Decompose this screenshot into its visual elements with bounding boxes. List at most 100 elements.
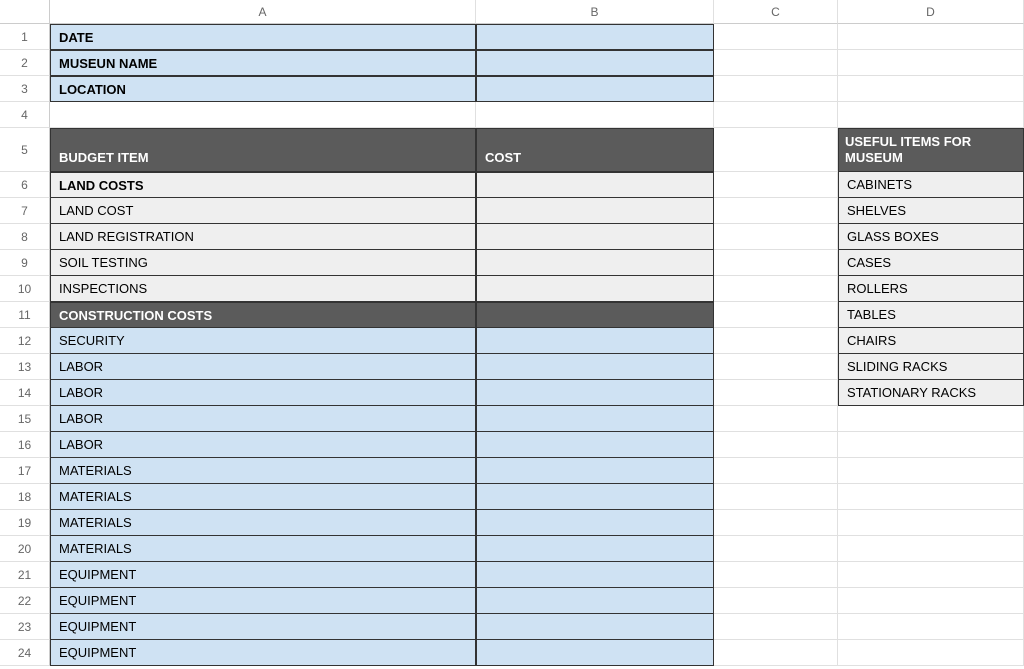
- row-header-14[interactable]: 14: [0, 380, 50, 406]
- cell-location-label[interactable]: LOCATION: [50, 76, 476, 102]
- cell-construction-section[interactable]: CONSTRUCTION COSTS: [50, 302, 476, 328]
- cell-con-9-cost[interactable]: [476, 562, 714, 588]
- cell-useful-1[interactable]: SHELVES: [838, 198, 1024, 224]
- cell-con-6[interactable]: MATERIALS: [50, 484, 476, 510]
- cell-c3[interactable]: [714, 76, 838, 102]
- corner-cell[interactable]: [0, 0, 50, 24]
- row-header-24[interactable]: 24: [0, 640, 50, 666]
- cell-useful-3[interactable]: CASES: [838, 250, 1024, 276]
- cell-useful-8[interactable]: STATIONARY RACKS: [838, 380, 1024, 406]
- row-header-9[interactable]: 9: [0, 250, 50, 276]
- cell-useful-6[interactable]: CHAIRS: [838, 328, 1024, 354]
- cell-c9[interactable]: [714, 250, 838, 276]
- cell-museum-label[interactable]: MUSEUN NAME: [50, 50, 476, 76]
- row-header-4[interactable]: 4: [0, 102, 50, 128]
- cell-d2[interactable]: [838, 50, 1024, 76]
- row-header-13[interactable]: 13: [0, 354, 50, 380]
- cell-land-0-cost[interactable]: [476, 198, 714, 224]
- cell-con-3-cost[interactable]: [476, 406, 714, 432]
- cell-c19[interactable]: [714, 510, 838, 536]
- cell-date-label[interactable]: DATE: [50, 24, 476, 50]
- cell-c14[interactable]: [714, 380, 838, 406]
- cell-a4[interactable]: [50, 102, 476, 128]
- cell-d18[interactable]: [838, 484, 1024, 510]
- cell-d4[interactable]: [838, 102, 1024, 128]
- cell-con-5-cost[interactable]: [476, 458, 714, 484]
- cell-con-2[interactable]: LABOR: [50, 380, 476, 406]
- cell-con-10-cost[interactable]: [476, 588, 714, 614]
- col-header-c[interactable]: C: [714, 0, 838, 24]
- cell-c23[interactable]: [714, 614, 838, 640]
- row-header-18[interactable]: 18: [0, 484, 50, 510]
- cell-land-costs-cost[interactable]: [476, 172, 714, 198]
- row-header-11[interactable]: 11: [0, 302, 50, 328]
- cell-con-6-cost[interactable]: [476, 484, 714, 510]
- cell-c17[interactable]: [714, 458, 838, 484]
- row-header-19[interactable]: 19: [0, 510, 50, 536]
- cell-con-11-cost[interactable]: [476, 614, 714, 640]
- cell-c22[interactable]: [714, 588, 838, 614]
- cell-useful-0[interactable]: CABINETS: [838, 172, 1024, 198]
- cell-con-9[interactable]: EQUIPMENT: [50, 562, 476, 588]
- cell-c15[interactable]: [714, 406, 838, 432]
- cell-c10[interactable]: [714, 276, 838, 302]
- cell-d20[interactable]: [838, 536, 1024, 562]
- cell-con-2-cost[interactable]: [476, 380, 714, 406]
- col-header-b[interactable]: B: [476, 0, 714, 24]
- cell-land-2-cost[interactable]: [476, 250, 714, 276]
- row-header-8[interactable]: 8: [0, 224, 50, 250]
- cell-d16[interactable]: [838, 432, 1024, 458]
- cell-c7[interactable]: [714, 198, 838, 224]
- cell-c21[interactable]: [714, 562, 838, 588]
- cell-d19[interactable]: [838, 510, 1024, 536]
- cell-construction-cost[interactable]: [476, 302, 714, 328]
- cell-c13[interactable]: [714, 354, 838, 380]
- row-header-21[interactable]: 21: [0, 562, 50, 588]
- cell-con-4[interactable]: LABOR: [50, 432, 476, 458]
- cell-d23[interactable]: [838, 614, 1024, 640]
- cell-c24[interactable]: [714, 640, 838, 666]
- cell-location-value[interactable]: [476, 76, 714, 102]
- cell-useful-5[interactable]: TABLES: [838, 302, 1024, 328]
- cell-con-7-cost[interactable]: [476, 510, 714, 536]
- cell-c12[interactable]: [714, 328, 838, 354]
- cell-c18[interactable]: [714, 484, 838, 510]
- cell-con-0[interactable]: SECURITY: [50, 328, 476, 354]
- cell-useful-2[interactable]: GLASS BOXES: [838, 224, 1024, 250]
- cell-museum-value[interactable]: [476, 50, 714, 76]
- cell-con-8[interactable]: MATERIALS: [50, 536, 476, 562]
- col-header-a[interactable]: A: [50, 0, 476, 24]
- cell-c16[interactable]: [714, 432, 838, 458]
- cell-c11[interactable]: [714, 302, 838, 328]
- cell-con-0-cost[interactable]: [476, 328, 714, 354]
- row-header-12[interactable]: 12: [0, 328, 50, 354]
- row-header-7[interactable]: 7: [0, 198, 50, 224]
- cell-b4[interactable]: [476, 102, 714, 128]
- row-header-1[interactable]: 1: [0, 24, 50, 50]
- cell-useful-7[interactable]: SLIDING RACKS: [838, 354, 1024, 380]
- cell-con-5[interactable]: MATERIALS: [50, 458, 476, 484]
- row-header-5[interactable]: 5: [0, 128, 50, 172]
- row-header-6[interactable]: 6: [0, 172, 50, 198]
- cell-d21[interactable]: [838, 562, 1024, 588]
- row-header-10[interactable]: 10: [0, 276, 50, 302]
- cell-c20[interactable]: [714, 536, 838, 562]
- cell-con-12-cost[interactable]: [476, 640, 714, 666]
- cell-con-11[interactable]: EQUIPMENT: [50, 614, 476, 640]
- row-header-20[interactable]: 20: [0, 536, 50, 562]
- row-header-22[interactable]: 22: [0, 588, 50, 614]
- cell-c8[interactable]: [714, 224, 838, 250]
- cell-land-0[interactable]: LAND COST: [50, 198, 476, 224]
- row-header-23[interactable]: 23: [0, 614, 50, 640]
- col-header-d[interactable]: D: [838, 0, 1024, 24]
- cell-land-3-cost[interactable]: [476, 276, 714, 302]
- cell-con-10[interactable]: EQUIPMENT: [50, 588, 476, 614]
- cell-land-1[interactable]: LAND REGISTRATION: [50, 224, 476, 250]
- cell-d22[interactable]: [838, 588, 1024, 614]
- cell-land-3[interactable]: INSPECTIONS: [50, 276, 476, 302]
- cell-useful-items-header[interactable]: USEFUL ITEMS FOR MUSEUM: [838, 128, 1024, 172]
- cell-land-1-cost[interactable]: [476, 224, 714, 250]
- cell-con-1-cost[interactable]: [476, 354, 714, 380]
- row-header-2[interactable]: 2: [0, 50, 50, 76]
- cell-land-2[interactable]: SOIL TESTING: [50, 250, 476, 276]
